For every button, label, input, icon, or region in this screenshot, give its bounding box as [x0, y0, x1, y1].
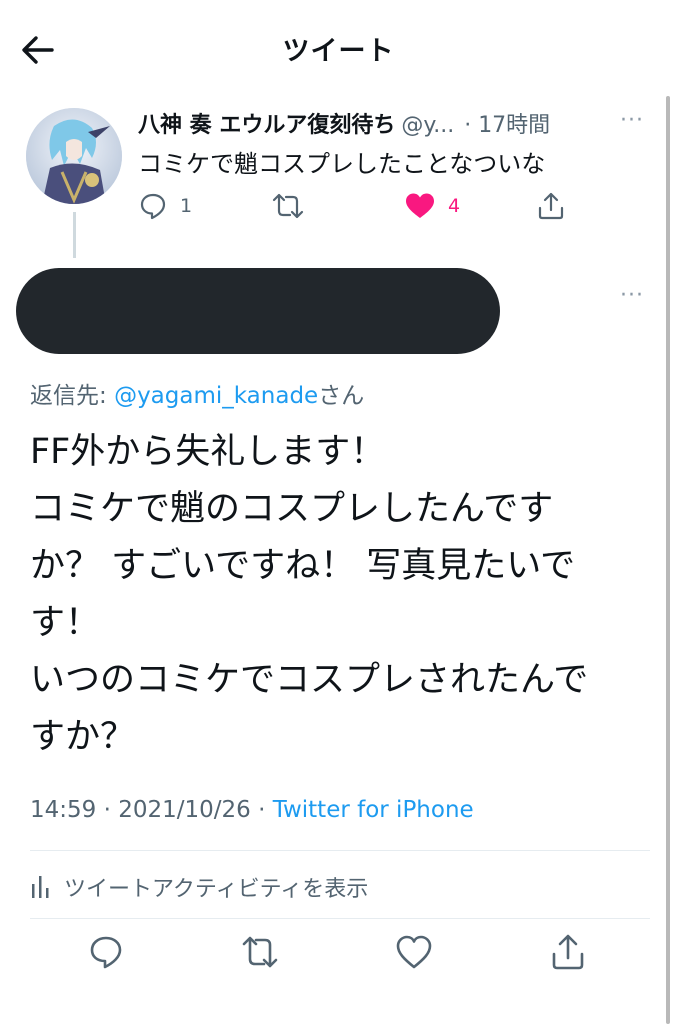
like-button[interactable]: 4	[404, 188, 460, 224]
tweet-actions	[0, 932, 677, 972]
more-options-icon[interactable]: ···	[620, 108, 644, 133]
retweet-button[interactable]	[272, 188, 316, 224]
tweet-text-line: か？ すごいですね！ 写真見たいで	[30, 546, 576, 586]
tweet-time[interactable]: · 17時間	[464, 113, 550, 138]
top-bar: ツイート	[0, 0, 677, 95]
activity-label: ツイートアクティビティを表示	[64, 877, 369, 902]
client-link[interactable]: Twitter for iPhone	[273, 797, 474, 823]
author-name[interactable]: 八神 奏 エウルア復刻待ち	[138, 113, 395, 138]
divider	[30, 850, 650, 851]
reply-count: 1	[180, 195, 193, 217]
redacted-author	[16, 268, 500, 354]
share-button[interactable]	[536, 188, 566, 224]
retweet-icon[interactable]	[240, 932, 280, 972]
tweet-text-line: すか？	[30, 717, 136, 757]
thread-line	[73, 212, 76, 258]
tweet-text-line: FF外から失礼します！	[30, 432, 386, 472]
more-options-icon[interactable]: ···	[620, 283, 644, 308]
author-handle[interactable]: @y...	[401, 113, 454, 138]
reply-button[interactable]: 1	[138, 188, 192, 224]
retweet-icon	[272, 193, 304, 219]
parent-tweet-actions: 1 4	[138, 188, 578, 224]
like-count: 4	[448, 195, 461, 217]
reply-to-label: 返信先:	[30, 383, 115, 409]
tweet-timestamp: 14:59 · 2021/10/26 · Twitter for iPhone	[30, 797, 474, 823]
tweet-activity-link[interactable]: ツイートアクティビティを表示	[30, 870, 368, 904]
tweet-text-line: す！	[30, 603, 101, 643]
reply-icon[interactable]	[86, 932, 126, 972]
replying-to: 返信先: @yagami_kanadeさん	[30, 376, 364, 410]
tweet-datetime[interactable]: 14:59 · 2021/10/26 ·	[30, 797, 273, 823]
tweet-text-line: いつのコミケでコスプレされたんで	[30, 660, 589, 700]
scrollbar[interactable]	[666, 96, 670, 1024]
avatar-image	[26, 108, 122, 204]
heart-filled-icon	[406, 193, 434, 218]
tweet-text: FF外から失礼します！ コミケで魈のコスプレしたんです か？ すごいですね！ 写…	[30, 424, 660, 766]
share-icon[interactable]	[548, 932, 588, 972]
reply-icon	[140, 193, 166, 220]
reply-to-suffix: さん	[318, 383, 365, 409]
heart-icon[interactable]	[394, 932, 434, 972]
mention-link[interactable]: @yagami_kanade	[114, 383, 318, 409]
parent-tweet-header: 八神 奏 エウルア復刻待ち @y... · 17時間	[138, 107, 658, 141]
page-title: ツイート	[282, 36, 395, 67]
tweet-text-line: コミケで魈のコスプレしたんです	[30, 489, 554, 529]
parent-tweet-text: コミケで魈コスプレしたことなついな	[138, 150, 546, 178]
avatar[interactable]	[26, 108, 122, 204]
activity-chart-icon	[32, 876, 49, 898]
divider	[30, 918, 650, 919]
share-icon	[538, 192, 564, 220]
